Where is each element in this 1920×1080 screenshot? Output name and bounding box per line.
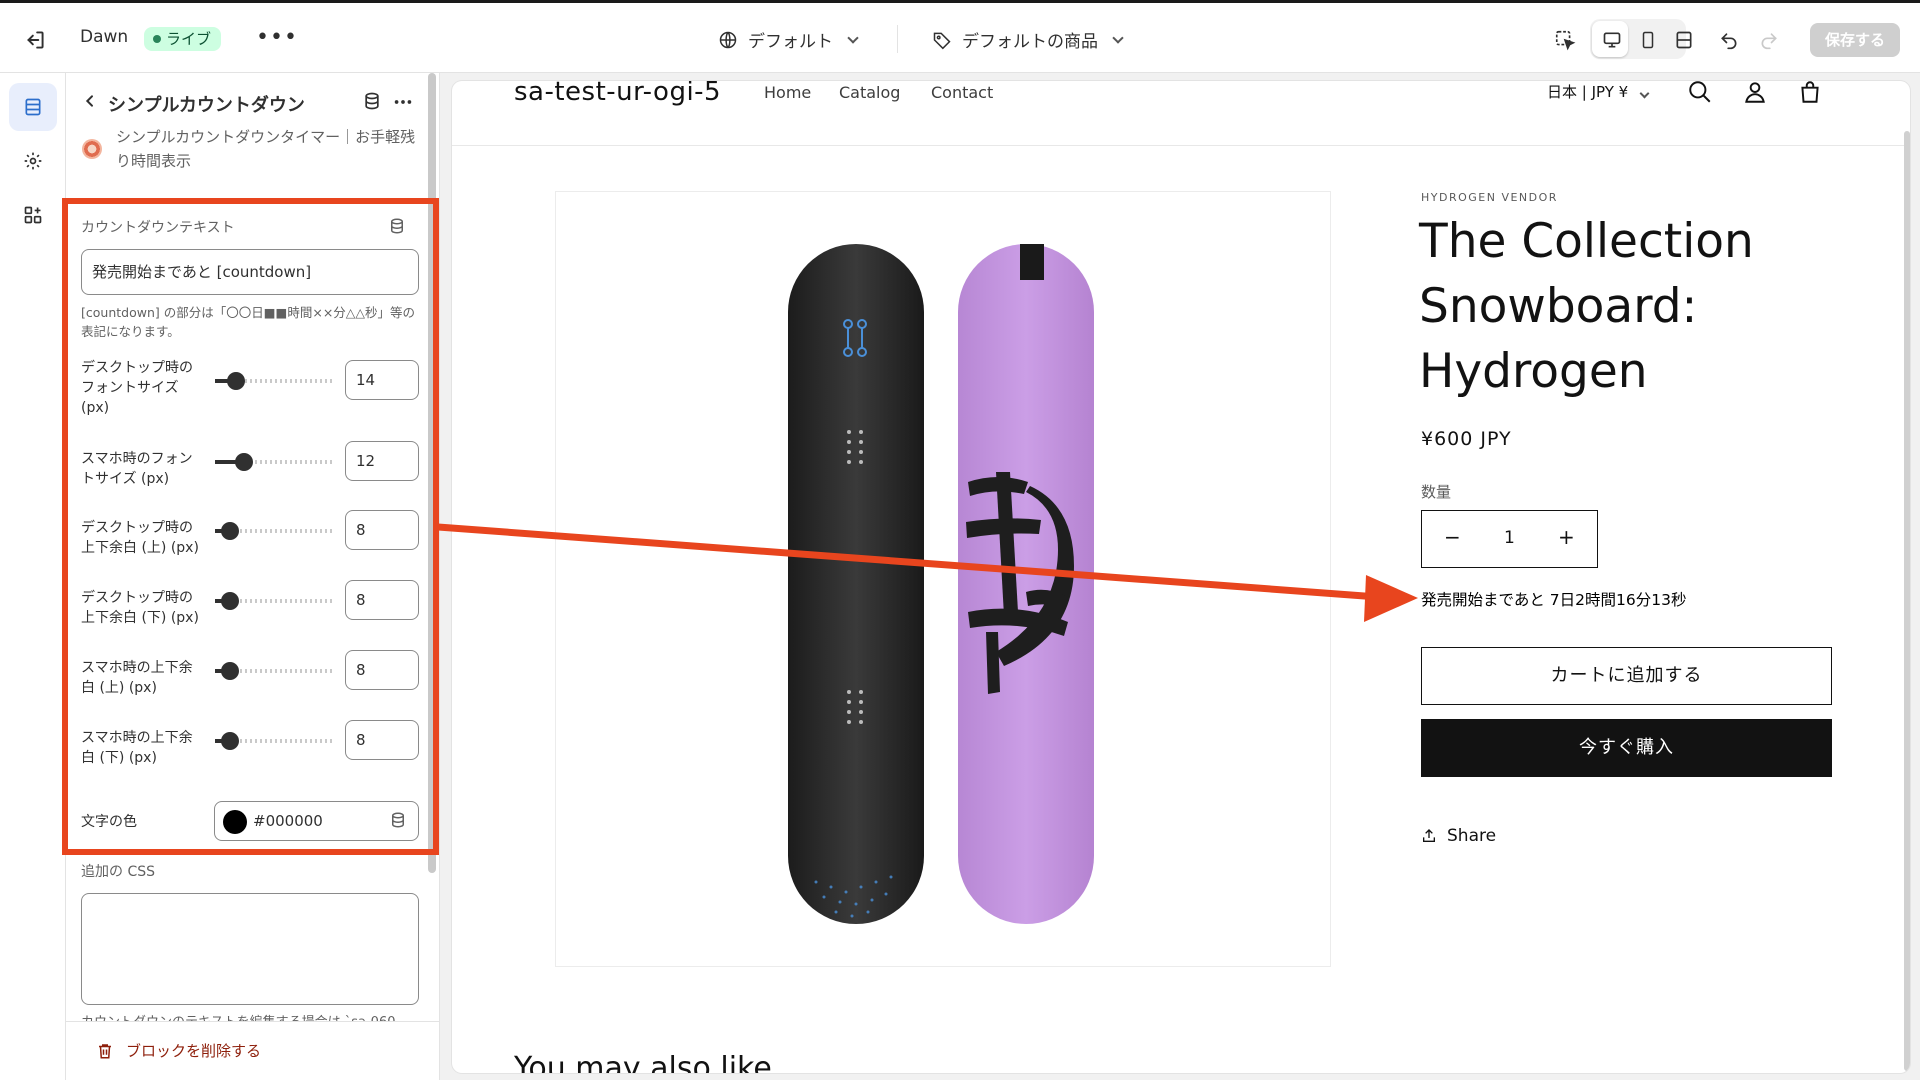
globe-icon — [719, 31, 737, 48]
share-icon — [1423, 829, 1435, 842]
preview-area: sa-test-ur-ogi-5 Home Catalog Contact 日本… — [440, 73, 1920, 1080]
undo-icon[interactable] — [1714, 25, 1744, 55]
desktop-icon[interactable] — [1597, 25, 1627, 55]
fullscreen-icon[interactable] — [1669, 25, 1699, 55]
store-name[interactable]: sa-test-ur-ogi-5 — [514, 81, 721, 107]
custom-css-textarea[interactable] — [81, 893, 419, 1005]
custom-css-label: 追加の CSS — [81, 864, 155, 880]
also-like-heading: You may also like — [514, 1051, 772, 1073]
settings-gear-icon[interactable] — [9, 137, 57, 185]
black-snowboard — [788, 244, 924, 924]
preview-scrollbar[interactable] — [1904, 131, 1910, 1071]
delete-block-button[interactable]: ブロックを削除する — [96, 1040, 261, 1061]
nav-contact[interactable]: Contact — [931, 83, 993, 102]
app-icon — [82, 139, 102, 159]
trash-icon — [99, 1043, 111, 1058]
product-vendor: HYDROGEN VENDOR — [1421, 191, 1558, 204]
sections-icon[interactable] — [9, 83, 57, 131]
account-icon[interactable] — [1742, 81, 1772, 109]
locale-label: 日本 | JPY ¥ — [1547, 83, 1629, 101]
quantity-value[interactable]: 1 — [1504, 528, 1515, 548]
divider — [897, 25, 898, 53]
left-rail — [0, 73, 66, 1080]
chevron-down-icon — [847, 31, 859, 44]
quantity-stepper[interactable]: − 1 + — [1421, 510, 1598, 568]
live-badge: ライブ — [144, 27, 222, 51]
template-label: デフォルト — [748, 32, 833, 52]
nav-catalog[interactable]: Catalog — [839, 83, 900, 102]
purple-snowboard — [958, 244, 1094, 924]
product-price: ¥600 JPY — [1421, 428, 1512, 450]
countdown-text: 発売開始まであと 7日2時間16分13秒 — [1421, 591, 1687, 609]
share-label: Share — [1447, 826, 1497, 846]
apps-icon[interactable] — [9, 191, 57, 239]
template-selector[interactable]: デフォルト — [718, 27, 859, 52]
chevron-down-icon — [1639, 88, 1650, 99]
nav-home[interactable]: Home — [764, 83, 811, 102]
header-divider — [452, 145, 1910, 146]
store-preview: sa-test-ur-ogi-5 Home Catalog Contact 日本… — [452, 81, 1910, 1073]
theme-name: Dawn — [80, 27, 129, 47]
database-icon[interactable] — [362, 91, 386, 115]
product-selector[interactable]: デフォルトの商品 — [932, 27, 1124, 52]
chevron-down-icon — [1112, 31, 1124, 44]
delete-label: ブロックを削除する — [126, 1042, 262, 1060]
share-button[interactable]: Share — [1421, 826, 1496, 846]
save-button[interactable]: 保存する — [1810, 23, 1900, 57]
more-icon[interactable] — [392, 91, 416, 115]
redo-icon[interactable] — [1754, 25, 1784, 55]
product-title: The Collection Snowboard: Hydrogen — [1419, 214, 1754, 399]
buy-now-button[interactable]: 今すぐ購入 — [1421, 719, 1832, 777]
highlight-box — [62, 198, 439, 855]
inspector-icon[interactable] — [1550, 25, 1580, 55]
quantity-plus-button[interactable]: + — [1558, 525, 1575, 549]
mobile-icon[interactable] — [1633, 25, 1663, 55]
block-title: シンプルカウントダウン — [108, 95, 305, 116]
css-help-text: カウントダウンのテキストを編集する場合は `sa-060 — [81, 1011, 396, 1021]
product-image[interactable] — [555, 191, 1331, 967]
search-icon[interactable] — [1687, 81, 1717, 109]
locale-selector[interactable]: 日本 | JPY ¥ — [1547, 81, 1650, 102]
quantity-minus-button[interactable]: − — [1444, 525, 1461, 549]
back-icon[interactable] — [82, 93, 98, 114]
exit-icon[interactable] — [22, 27, 48, 53]
add-to-cart-button[interactable]: カートに追加する — [1421, 647, 1832, 705]
top-bar: Dawn ライブ ••• デフォルト デフォルトの商品 保存する — [0, 0, 1920, 73]
more-icon[interactable]: ••• — [256, 25, 298, 50]
tag-icon — [933, 32, 951, 49]
sidebar-footer: ブロックを削除する — [66, 1021, 439, 1080]
product-label: デフォルトの商品 — [962, 32, 1098, 52]
app-description: シンプルカウントダウンタイマー｜お手軽残り時間表示 — [116, 128, 416, 170]
quantity-label: 数量 — [1421, 483, 1452, 501]
cart-icon[interactable] — [1797, 81, 1827, 109]
